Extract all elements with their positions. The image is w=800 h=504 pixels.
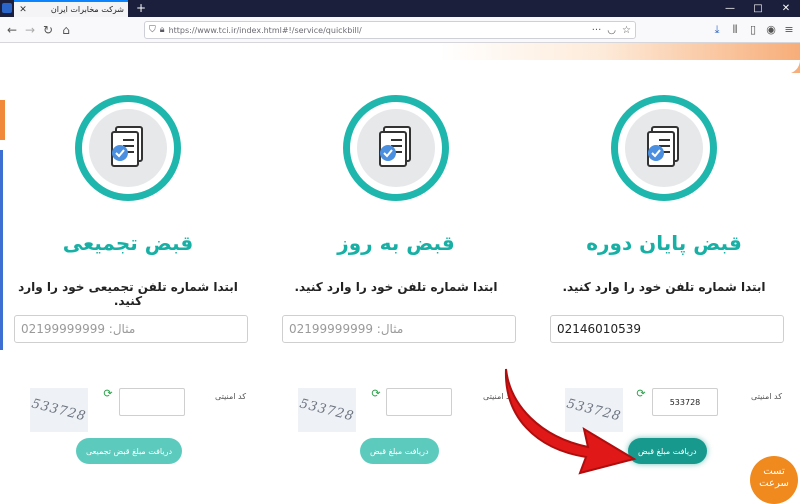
window-close-button[interactable]: ✕ [772, 0, 800, 17]
speed-test-label-1: تست [763, 466, 785, 477]
card-title: قبض به روز [337, 231, 455, 255]
pocket-icon[interactable]: ◡ [607, 25, 616, 36]
forward-arrow-icon[interactable]: → [22, 22, 38, 38]
refresh-captcha-icon[interactable]: ⟳ [102, 388, 114, 400]
bill-icon-circle [343, 95, 449, 201]
url-text[interactable]: https://www.tci.ir/index.html#!/service/… [169, 26, 586, 35]
minimize-button[interactable]: — [716, 0, 744, 17]
speed-test-badge[interactable]: تست سرعت [750, 456, 798, 504]
tab-title: شرکت مخابرات ایران [50, 5, 124, 14]
sidebar-icon[interactable]: ▯ [746, 22, 760, 38]
speed-test-label-2: سرعت [759, 478, 789, 489]
phone-number-input[interactable] [14, 315, 248, 343]
site-favicon-icon [2, 3, 12, 13]
service-card-daily-bill: قبض به روز ابتدا شماره تلفن خود را وارد … [272, 95, 520, 475]
menu-icon[interactable]: ≡ [782, 22, 796, 38]
download-icon[interactable]: ⤓ [710, 22, 724, 38]
captcha-text: 533728 [298, 395, 356, 425]
library-icon[interactable]: ⫴ [728, 22, 742, 38]
browser-tab[interactable]: ✕ شرکت مخابرات ایران [14, 0, 128, 17]
bill-icon-circle [75, 95, 181, 201]
card-description: ابتدا شماره تلفن تجمیعی خود را وارد کنید… [18, 280, 238, 308]
get-bill-amount-button[interactable]: دریافت مبلغ قبض [360, 438, 439, 464]
address-bar[interactable]: ⛉ 🔒︎ https://www.tci.ir/index.html#!/ser… [144, 21, 636, 39]
phone-number-input[interactable] [550, 315, 784, 343]
captcha-text: 533728 [30, 395, 88, 425]
captcha-label: کد امنیتی [751, 392, 782, 401]
captcha-image: 533728 [30, 388, 88, 432]
service-card-aggregate-bill: قبض تجمیعی ابتدا شماره تلفن تجمیعی خود ر… [4, 95, 252, 475]
phone-number-input[interactable] [282, 315, 516, 343]
reload-icon[interactable]: ↻ [40, 22, 56, 38]
card-title: قبض پایان دوره [586, 231, 742, 255]
bill-document-icon [357, 109, 435, 187]
window-controls: — □ ✕ [716, 0, 800, 17]
new-tab-button[interactable]: + [134, 0, 148, 17]
card-title: قبض تجمیعی [62, 231, 194, 255]
shield-icon[interactable]: ⛉ [149, 25, 156, 35]
maximize-button[interactable]: □ [744, 0, 772, 17]
captcha-input[interactable] [386, 388, 452, 416]
card-description: ابتدا شماره تلفن خود را وارد کنید. [294, 280, 498, 294]
tab-bar: ✕ شرکت مخابرات ایران + — □ ✕ [0, 0, 800, 17]
red-pointer-arrow-icon [504, 368, 637, 475]
decorative-header-curve [0, 60, 800, 74]
lock-icon[interactable]: 🔒︎ [160, 25, 165, 35]
captcha-input[interactable] [119, 388, 185, 416]
side-accent-blue [0, 150, 3, 350]
bill-icon-circle [611, 95, 717, 201]
card-description: ابتدا شماره تلفن خود را وارد کنید. [562, 280, 766, 294]
captcha-input[interactable] [652, 388, 718, 416]
back-arrow-icon[interactable]: ← [4, 22, 20, 38]
bookmark-star-icon[interactable]: ☆ [622, 25, 631, 36]
bill-document-icon [89, 109, 167, 187]
account-icon[interactable]: ◉ [764, 22, 778, 38]
captcha-label: کد امنیتی [215, 392, 246, 401]
bill-document-icon [625, 109, 703, 187]
get-aggregate-bill-amount-button[interactable]: دریافت مبلغ قبض تجمیعی [76, 438, 182, 464]
more-actions-icon[interactable]: ··· [592, 25, 602, 36]
refresh-captcha-icon[interactable]: ⟳ [370, 388, 382, 400]
tab-close-icon[interactable]: ✕ [18, 5, 28, 15]
navigation-bar: ← → ↻ ⌂ ⛉ 🔒︎ https://www.tci.ir/index.ht… [0, 17, 800, 43]
home-icon[interactable]: ⌂ [58, 22, 74, 38]
captcha-image: 533728 [298, 388, 356, 432]
